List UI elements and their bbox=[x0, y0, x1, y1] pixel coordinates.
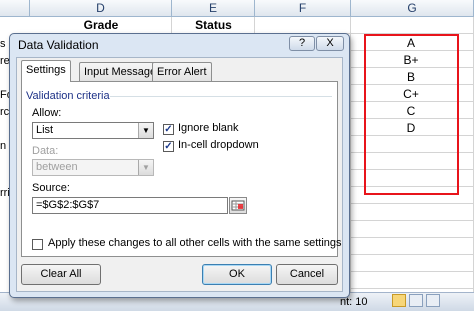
allow-label: Allow: bbox=[32, 107, 62, 119]
column-header-g[interactable]: G bbox=[351, 0, 474, 17]
apply-all-label: Apply these changes to all other cells w… bbox=[48, 237, 342, 249]
dialog-titlebar[interactable]: Data Validation ? X bbox=[10, 34, 349, 56]
ignore-blank-checkbox[interactable]: ✓ bbox=[163, 124, 174, 135]
tab-error-alert[interactable]: Error Alert bbox=[152, 62, 212, 81]
cancel-button[interactable]: Cancel bbox=[276, 264, 338, 285]
grid-cell[interactable] bbox=[172, 17, 255, 34]
grid-cell[interactable] bbox=[255, 17, 351, 34]
grid-cell[interactable] bbox=[351, 204, 474, 221]
column-header-d[interactable]: D bbox=[30, 0, 172, 17]
page-layout-view-button[interactable] bbox=[409, 294, 423, 307]
source-input-value: =$G$2:$G$7 bbox=[36, 199, 100, 211]
grid-cell[interactable] bbox=[30, 17, 172, 34]
tab-settings[interactable]: Settings bbox=[21, 60, 71, 82]
group-divider bbox=[110, 96, 332, 97]
highlight-box bbox=[364, 34, 459, 195]
source-label: Source: bbox=[32, 182, 70, 194]
grid-cell[interactable] bbox=[351, 221, 474, 238]
incell-dropdown-checkbox[interactable]: ✓ bbox=[163, 141, 174, 152]
grid-cell[interactable] bbox=[351, 17, 474, 34]
chevron-down-icon: ▼ bbox=[138, 160, 153, 175]
range-select-icon bbox=[231, 200, 245, 211]
grid-cell[interactable] bbox=[351, 255, 474, 272]
column-header-e[interactable]: E bbox=[172, 0, 255, 17]
page-break-view-button[interactable] bbox=[426, 294, 440, 307]
grid-cell[interactable] bbox=[351, 238, 474, 255]
source-input[interactable]: =$G$2:$G$7 bbox=[32, 197, 228, 214]
validation-criteria-label: Validation criteria bbox=[26, 90, 110, 102]
settings-panel: Validation criteria Allow: List ▼ ✓ Igno… bbox=[21, 81, 342, 257]
ignore-blank-label: Ignore blank bbox=[178, 122, 239, 134]
dialog-body: Settings Input Message Error Alert Valid… bbox=[16, 57, 343, 292]
collapse-dialog-button[interactable] bbox=[229, 197, 247, 214]
data-label: Data: bbox=[32, 145, 59, 157]
close-button[interactable]: X bbox=[316, 36, 344, 51]
corner-header[interactable] bbox=[0, 0, 30, 17]
incell-dropdown-label: In-cell dropdown bbox=[178, 139, 259, 151]
grid-cell[interactable] bbox=[351, 272, 474, 289]
data-validation-dialog: Data Validation ? X Settings Input Messa… bbox=[9, 33, 350, 298]
data-select-value: between bbox=[36, 161, 78, 173]
dialog-title: Data Validation bbox=[18, 38, 99, 52]
help-button[interactable]: ? bbox=[289, 36, 315, 51]
tab-input-message[interactable]: Input Message bbox=[79, 62, 162, 81]
column-header-f[interactable]: F bbox=[255, 0, 351, 17]
data-select: between ▼ bbox=[32, 159, 154, 176]
apply-all-checkbox[interactable] bbox=[32, 239, 43, 250]
chevron-down-icon[interactable]: ▼ bbox=[138, 123, 153, 138]
allow-select[interactable]: List ▼ bbox=[32, 122, 154, 139]
normal-view-button[interactable] bbox=[392, 294, 406, 307]
clear-all-button[interactable]: Clear All bbox=[21, 264, 101, 285]
allow-select-value: List bbox=[36, 124, 54, 136]
ok-button[interactable]: OK bbox=[202, 264, 272, 285]
